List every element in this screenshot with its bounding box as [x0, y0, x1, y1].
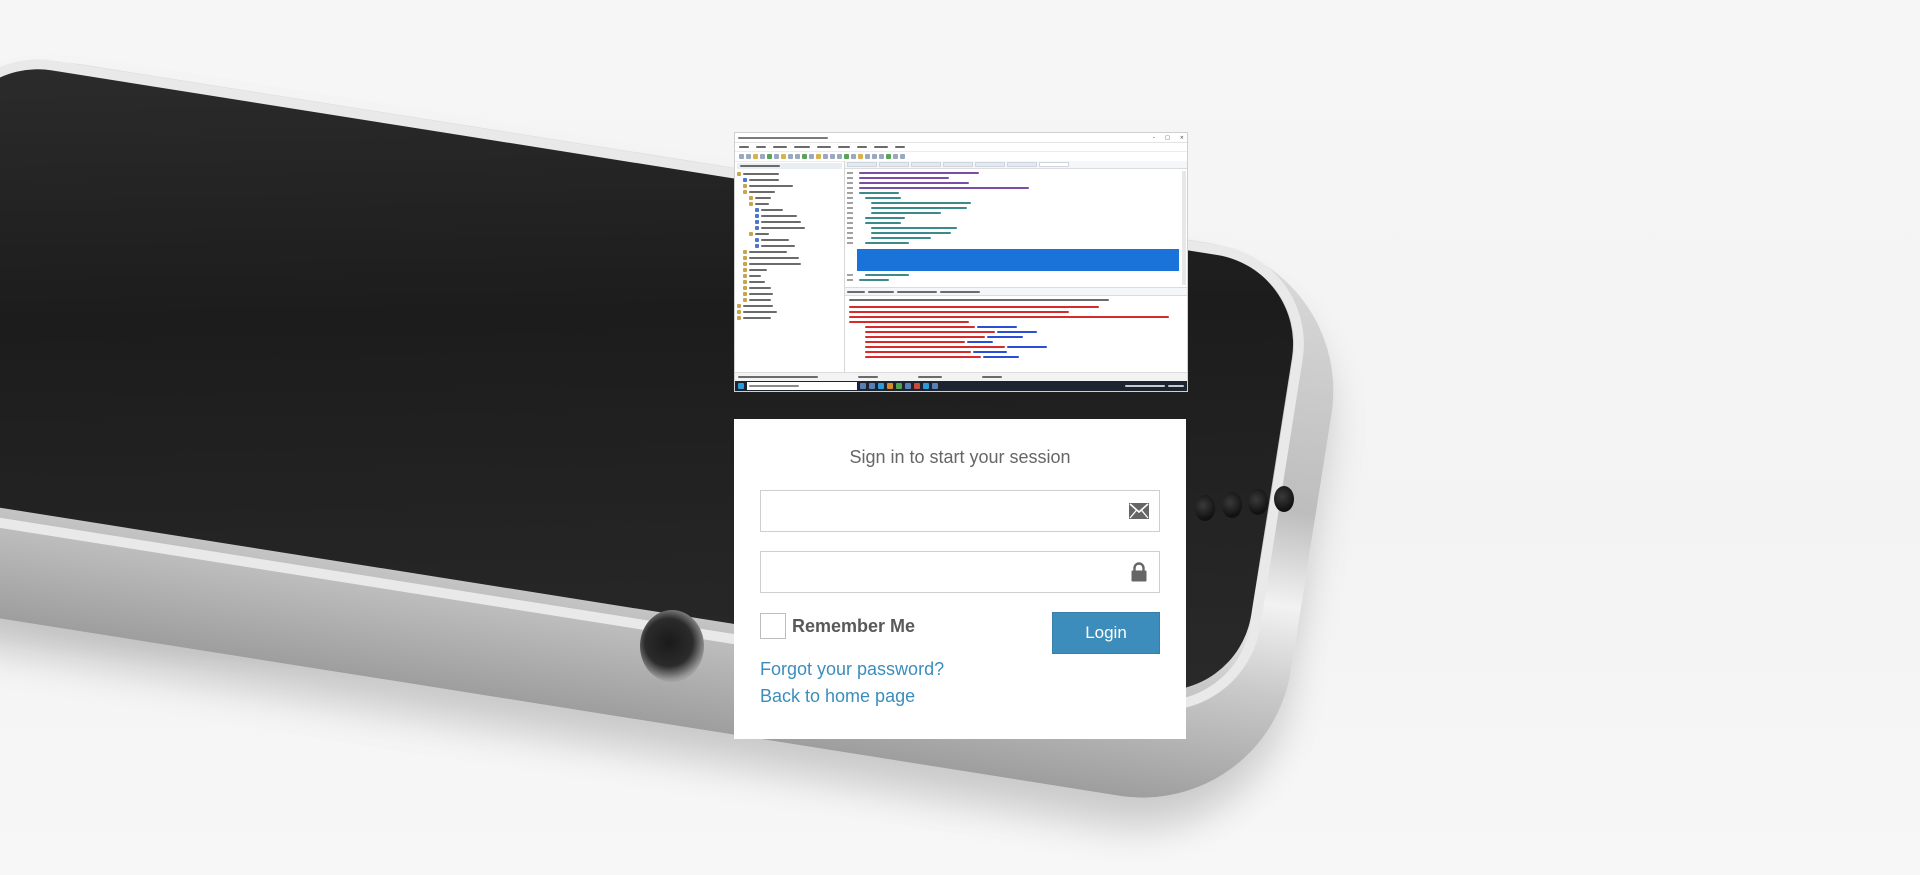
speaker-hole: [1248, 489, 1268, 515]
thumb-package-explorer: [735, 161, 845, 373]
login-button[interactable]: Login: [1052, 612, 1160, 654]
remember-me-checkbox[interactable]: [760, 613, 786, 639]
speaker-hole: [1195, 495, 1215, 521]
thumb-workarea: [735, 161, 1187, 373]
remember-login-row: Remember Me Login: [760, 612, 1160, 654]
login-links: Forgot your password? Back to home page: [760, 656, 1160, 710]
envelope-icon: [1129, 501, 1149, 521]
thumb-titlebar: – □ ×: [735, 133, 1187, 143]
thumb-title-text: [738, 136, 828, 139]
remember-me[interactable]: Remember Me: [760, 613, 915, 639]
thumb-editor-pane: [845, 161, 1187, 373]
login-message: Sign in to start your session: [849, 447, 1071, 467]
password-input[interactable]: [761, 552, 1159, 592]
thumb-menubar: [735, 143, 1187, 152]
lock-icon: [1129, 562, 1149, 582]
ide-screenshot-thumbnail: – □ ×: [734, 132, 1188, 392]
thumb-taskbar: [735, 381, 1187, 391]
forgot-password-link[interactable]: Forgot your password?: [760, 656, 1160, 683]
thumb-window-buttons: – □ ×: [1153, 135, 1184, 141]
remember-me-label: Remember Me: [792, 615, 916, 636]
login-box: Sign in to start your session Remember M…: [734, 419, 1186, 739]
thumb-taskbar-search: [747, 382, 857, 390]
thumb-editor-tabs: [845, 161, 1187, 169]
back-to-home-link[interactable]: Back to home page: [760, 683, 1160, 710]
email-input[interactable]: [761, 491, 1159, 531]
speaker-hole: [1274, 486, 1294, 512]
windows-start-icon: [738, 383, 744, 389]
minimize-icon: –: [1152, 134, 1156, 141]
close-icon: ×: [1179, 134, 1184, 141]
maximize-icon: □: [1165, 134, 1170, 141]
thumb-status-bar: [735, 372, 1187, 381]
thumb-code-editor: [845, 169, 1187, 288]
speaker-hole: [1222, 492, 1242, 518]
password-field-group: [760, 551, 1160, 593]
email-field-group: [760, 490, 1160, 532]
headphone-jack: [640, 610, 704, 682]
thumb-console: [845, 296, 1187, 373]
thumb-code-selection: [857, 249, 1179, 271]
thumb-console-tabs: [845, 288, 1187, 296]
